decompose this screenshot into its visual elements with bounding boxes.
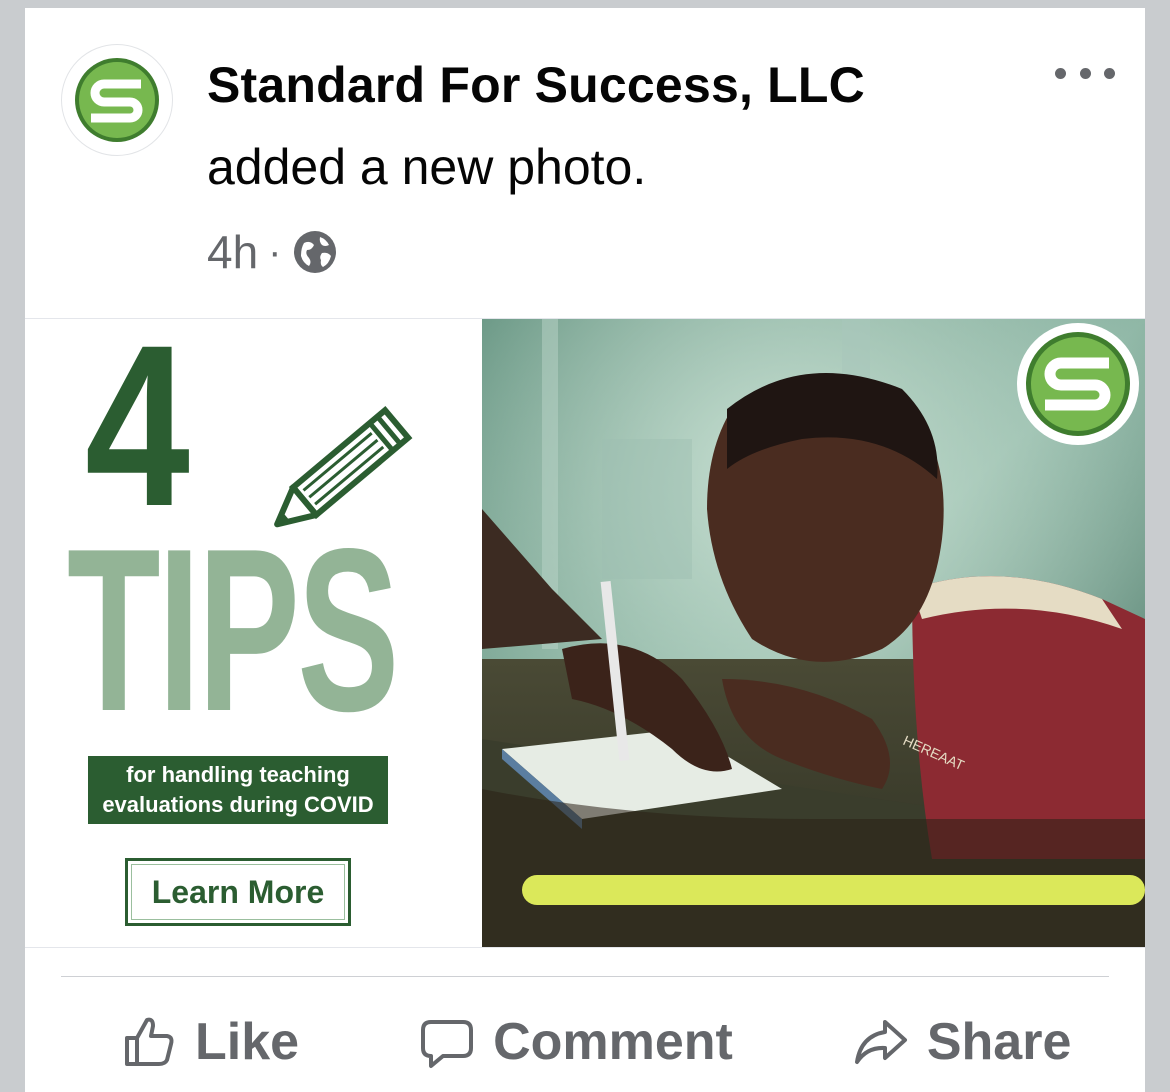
more-dot	[1079, 67, 1091, 79]
banner-line-2: evaluations during COVID	[102, 792, 374, 817]
headline-word: TIPS	[67, 501, 399, 760]
more-dot	[1104, 67, 1115, 79]
like-label: Like	[195, 1013, 300, 1071]
share-arrow-icon	[854, 1020, 907, 1064]
photo-brand-logo	[1017, 323, 1139, 445]
student-photo: HEREAAT	[482, 319, 1145, 947]
post-photo[interactable]: 4 TIPS for handling teaching evaluations…	[25, 318, 1145, 948]
standard-for-success-logo-icon	[72, 55, 162, 145]
meta-separator: ·	[268, 229, 282, 274]
share-button[interactable]: Share	[793, 1002, 1132, 1082]
share-label: Share	[926, 1013, 1072, 1071]
post-meta: 4h ·	[207, 222, 338, 282]
standard-for-success-logo-icon	[1021, 327, 1135, 441]
actions-divider	[61, 976, 1109, 977]
tips-subtitle-banner: for handling teaching evaluations during…	[88, 756, 388, 824]
more-dot	[1055, 67, 1066, 79]
post-actions-bar: Like Comment Share	[61, 1002, 1109, 1082]
post-action-text: added a new photo.	[207, 139, 647, 195]
page-name-link[interactable]: Standard For Success, LLC	[207, 56, 865, 114]
thumbs-up-icon	[125, 1017, 174, 1066]
page-avatar[interactable]	[61, 44, 173, 156]
learn-more-button[interactable]: Learn More	[125, 858, 351, 926]
comment-bubble-icon	[421, 1020, 474, 1068]
globe-icon[interactable]	[292, 229, 338, 275]
post-card: Standard For Success, LLC added a new ph…	[25, 8, 1145, 1092]
promo-graphic: 4 TIPS for handling teaching evaluations…	[25, 319, 482, 947]
more-options-icon[interactable]	[1055, 58, 1115, 88]
post-timestamp[interactable]: 4h	[207, 225, 258, 279]
comment-label: Comment	[493, 1013, 733, 1071]
banner-line-1: for handling teaching	[126, 762, 350, 787]
like-button[interactable]: Like	[61, 1002, 359, 1082]
comment-button[interactable]: Comment	[359, 1002, 793, 1082]
